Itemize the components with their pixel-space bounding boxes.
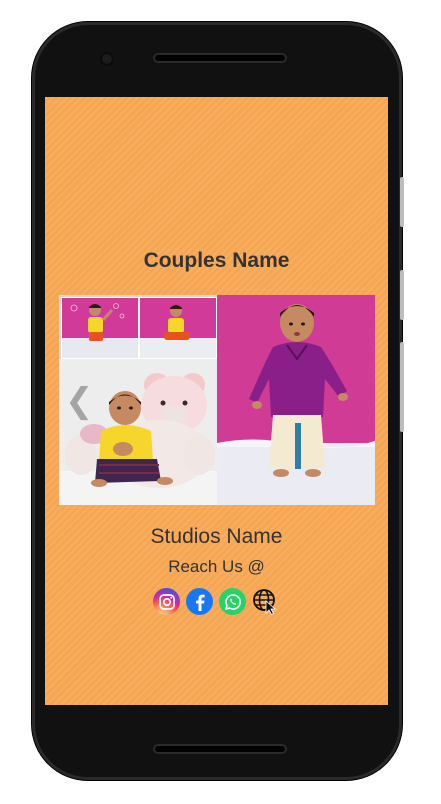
photo-gallery[interactable]: ❮ <box>59 295 375 505</box>
couples-name-title: Couples Name <box>143 249 290 272</box>
facebook-icon[interactable] <box>186 588 213 615</box>
top-speaker <box>153 53 287 63</box>
front-camera <box>100 52 114 66</box>
volume-button <box>400 270 404 320</box>
volume-button-2 <box>400 342 404 432</box>
thumbnail-baby-floor[interactable] <box>139 297 217 359</box>
whatsapp-icon[interactable] <box>219 588 246 615</box>
app-screen: Couples Name ❮ Studios Name Reach Us @ <box>45 97 388 705</box>
instagram-icon[interactable] <box>153 588 180 615</box>
reach-us-label: Reach Us @ <box>168 557 265 576</box>
gallery-prev-arrow[interactable]: ❮ <box>65 381 94 421</box>
power-button <box>400 177 404 227</box>
website-globe-icon[interactable] <box>252 588 279 615</box>
social-links <box>153 588 283 616</box>
bottom-speaker <box>153 744 287 754</box>
studio-name: Studios Name <box>150 525 283 548</box>
photo-baby-standing-purple-shirt[interactable] <box>217 295 375 505</box>
thumbnail-baby-bubbles[interactable] <box>61 297 139 359</box>
